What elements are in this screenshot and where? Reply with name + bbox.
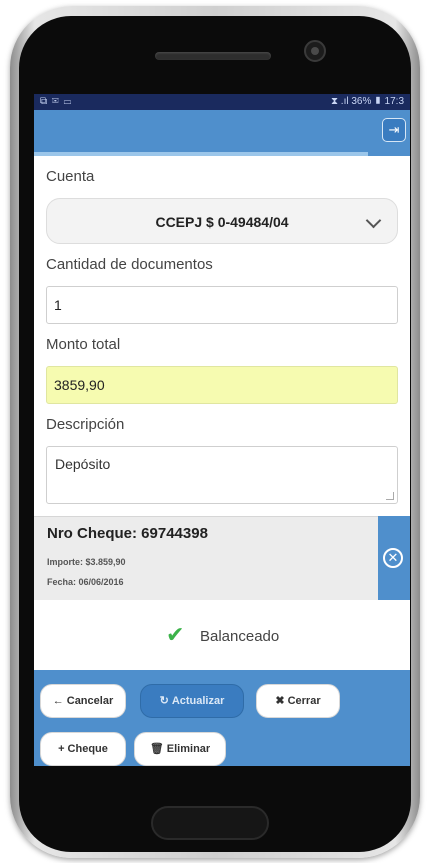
logout-button[interactable]: ⇥	[382, 118, 406, 142]
descripcion-label: Descripción	[46, 416, 125, 433]
cantidad-input[interactable]: 1	[46, 286, 398, 324]
plus-icon: +	[58, 743, 65, 755]
action-footer: ← Cancelar ↻ Actualizar ✖ Cerrar + Cheque 🗑 E…	[34, 670, 410, 766]
resize-grip-icon[interactable]	[386, 492, 394, 500]
refresh-icon: ↻	[159, 695, 169, 707]
descripcion-textarea[interactable]: Depósito	[46, 446, 398, 504]
cheque-number: Nro Cheque: 69744398	[47, 525, 208, 542]
descripcion-value: Depósito	[55, 456, 111, 472]
monto-input[interactable]: 3859,90	[46, 366, 398, 404]
remove-cheque-button[interactable]: ✕	[378, 516, 410, 600]
cancel-button[interactable]: ← Cancelar	[40, 684, 126, 718]
trash-icon: 🗑	[149, 743, 164, 755]
cheque-list-item[interactable]: Nro Cheque: 69744398 Importe: $3.859,90 …	[34, 516, 378, 600]
cheque-fecha: Fecha: 06/06/2016	[47, 577, 124, 587]
check-icon: ✔	[166, 622, 185, 647]
app-screen: ⧉ ✉ ▭ ⧗ .ıl 36% ▮ 17:3 ⇥ Cuenta CCEPJ $ …	[34, 94, 410, 766]
arrow-left-icon: ←	[52, 695, 64, 707]
chevron-down-icon	[365, 212, 382, 229]
circle-x-icon: ✕	[383, 548, 403, 568]
close-icon: ✖	[275, 695, 285, 707]
front-camera	[304, 40, 326, 62]
cuenta-label: Cuenta	[46, 168, 95, 185]
status-notification-icons: ⧉ ✉ ▭	[40, 96, 73, 107]
update-button-label: Actualizar	[171, 695, 225, 707]
update-button[interactable]: ↻ Actualizar	[140, 684, 244, 718]
add-cheque-button-label: Cheque	[67, 743, 108, 755]
close-button-label: Cerrar	[287, 695, 321, 707]
delete-button-label: Eliminar	[166, 743, 211, 755]
home-button[interactable]	[151, 806, 269, 840]
cantidad-label: Cantidad de documentos	[46, 256, 213, 273]
cheque-importe: Importe: $3.859,90	[47, 557, 126, 567]
app-header	[34, 110, 410, 156]
status-bar: ⧉ ✉ ▭ ⧗ .ıl 36% ▮ 17:3	[34, 94, 410, 110]
cuenta-selected-value: CCEPJ $ 0-49484/04	[155, 214, 289, 230]
status-system-info: ⧗ .ıl 36% ▮ 17:3	[331, 96, 404, 107]
close-button[interactable]: ✖ Cerrar	[256, 684, 340, 718]
cancel-button-label: Cancelar	[66, 695, 114, 707]
earpiece-speaker	[155, 52, 271, 60]
logout-icon: ⇥	[388, 122, 400, 137]
header-progress-bar	[34, 152, 368, 156]
delete-button[interactable]: 🗑 Eliminar	[134, 732, 226, 766]
monto-label: Monto total	[46, 336, 121, 353]
add-cheque-button[interactable]: + Cheque	[40, 732, 126, 766]
cuenta-select[interactable]: CCEPJ $ 0-49484/04	[46, 198, 398, 244]
balance-status: ✔ Balanceado	[34, 600, 410, 670]
balance-text: Balanceado	[200, 628, 280, 645]
